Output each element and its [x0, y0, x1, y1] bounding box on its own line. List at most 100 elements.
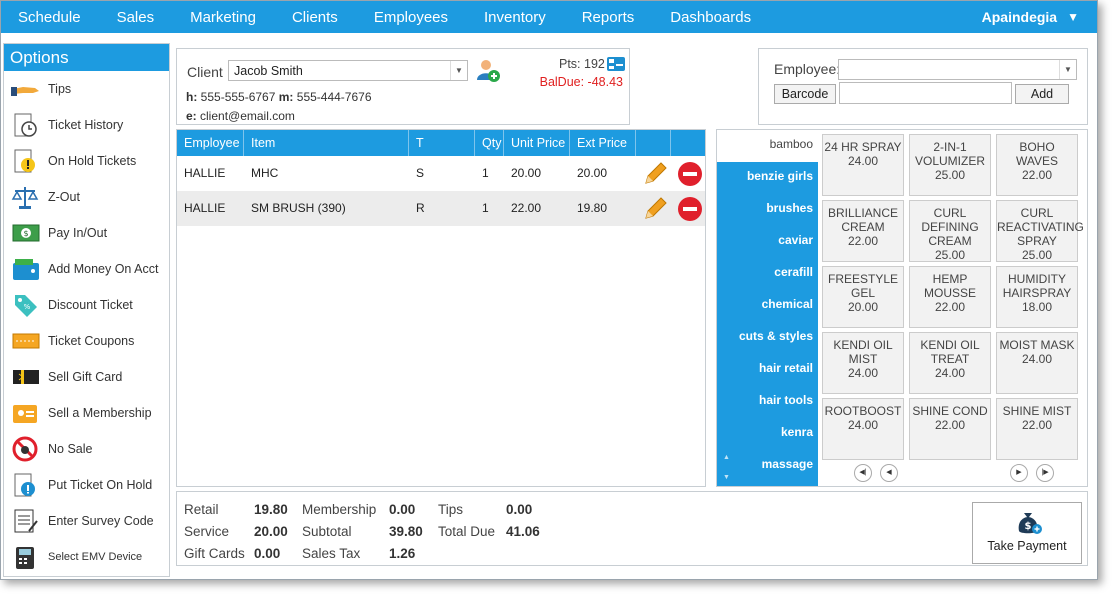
option-tips[interactable]: Tips	[4, 71, 169, 107]
client-select[interactable]: Jacob Smith ▼	[228, 60, 468, 81]
ticket-table: Employee Item T Qty Unit Price Ext Price…	[176, 129, 706, 487]
prev-page-icon[interactable]: ◀	[880, 464, 898, 482]
option-put-ticket-on-hold[interactable]: Put Ticket On Hold	[4, 467, 169, 503]
table-row[interactable]: HALLIE MHC S 1 20.00 20.00	[177, 156, 705, 191]
employee-select[interactable]: ▼	[838, 59, 1077, 80]
product-tile[interactable]: BOHO WAVES 22.00	[996, 134, 1078, 196]
option-label: On Hold Tickets	[48, 154, 137, 168]
user-menu[interactable]: Apaindegia ▼	[982, 1, 1079, 33]
dropdown-arrow-icon: ▼	[1059, 60, 1076, 79]
option-sell-membership[interactable]: Sell a Membership	[4, 395, 169, 431]
product-tile[interactable]: HEMP MOUSSE 22.00	[909, 266, 991, 328]
row-ext-price: 19.80	[577, 201, 608, 215]
tips-label: Tips	[438, 502, 464, 517]
loyalty-card-icon[interactable]	[607, 56, 625, 72]
nav-marketing[interactable]: Marketing	[172, 9, 274, 26]
product-tile[interactable]: SHINE MIST 22.00	[996, 398, 1078, 460]
nav-reports[interactable]: Reports	[564, 9, 653, 26]
nav-sales[interactable]: Sales	[99, 9, 173, 26]
category-hair-tools[interactable]: hair tools	[759, 393, 813, 407]
product-tile[interactable]: CURL DEFINING CREAM 25.00	[909, 200, 991, 262]
col-remove	[671, 130, 705, 156]
membership-label: Membership	[302, 502, 377, 517]
add-client-icon[interactable]	[475, 57, 501, 83]
employee-label: Employee:	[774, 61, 841, 77]
col-qty: Qty	[475, 130, 504, 156]
option-no-sale[interactable]: No Sale	[4, 431, 169, 467]
option-label: Ticket Coupons	[48, 334, 135, 348]
col-item: Item	[244, 130, 409, 156]
nav-employees[interactable]: Employees	[356, 9, 466, 26]
category-benzie-girls[interactable]: benzie girls	[747, 169, 813, 183]
category-bamboo[interactable]: bamboo	[770, 137, 813, 151]
option-enter-survey-code[interactable]: Enter Survey Code	[4, 503, 169, 539]
option-label: Select EMV Device	[48, 551, 143, 563]
survey-icon	[14, 509, 38, 533]
col-type: T	[409, 130, 475, 156]
first-page-icon[interactable]: ◀|	[854, 464, 872, 482]
row-qty: 1	[482, 166, 489, 180]
options-sidebar: Options Tips Ticket History On Hold Tick…	[3, 43, 170, 577]
row-ext-price: 20.00	[577, 166, 608, 180]
client-email: e: client@email.com	[186, 109, 295, 123]
scroll-up-icon[interactable]: ▲	[723, 454, 730, 461]
product-tile[interactable]: HUMIDITY HAIRSPRAY 18.00	[996, 266, 1078, 328]
emv-device-icon	[16, 547, 34, 569]
option-ticket-coupons[interactable]: Ticket Coupons	[4, 323, 169, 359]
product-tile[interactable]: KENDI OIL TREAT 24.00	[909, 332, 991, 394]
product-tile[interactable]: SHINE COND 22.00	[909, 398, 991, 460]
next-page-icon[interactable]: ▶	[1010, 464, 1028, 482]
product-tile[interactable]: KENDI OIL MIST 24.00	[822, 332, 904, 394]
category-hair-retail[interactable]: hair retail	[759, 361, 813, 375]
barcode-button[interactable]: Barcode	[774, 84, 836, 104]
barcode-input[interactable]	[839, 82, 1012, 104]
remove-icon[interactable]	[677, 196, 703, 222]
user-name: Apaindegia	[981, 9, 1058, 25]
col-ext-price: Ext Price	[570, 130, 636, 156]
pencil-icon[interactable]	[642, 196, 668, 222]
nav-schedule[interactable]: Schedule	[1, 9, 99, 26]
option-on-hold-tickets[interactable]: On Hold Tickets	[4, 143, 169, 179]
category-brushes[interactable]: brushes	[766, 201, 813, 215]
nav-inventory[interactable]: Inventory	[466, 9, 564, 26]
product-tile[interactable]: 2-IN-1 VOLUMIZER 25.00	[909, 134, 991, 196]
option-pay-in-out[interactable]: $ Pay In/Out	[4, 215, 169, 251]
product-tile[interactable]: BRILLIANCE CREAM 22.00	[822, 200, 904, 262]
nav-dashboards[interactable]: Dashboards	[652, 9, 769, 26]
add-button[interactable]: Add	[1015, 84, 1069, 104]
option-label: Ticket History	[48, 118, 124, 132]
money-bag-icon: $	[1018, 513, 1042, 534]
category-massage[interactable]: massage	[762, 457, 813, 471]
remove-icon[interactable]	[677, 161, 703, 187]
col-employee: Employee	[177, 130, 244, 156]
category-cuts-styles[interactable]: cuts & styles	[739, 329, 813, 343]
nav-clients[interactable]: Clients	[274, 9, 356, 26]
option-discount-ticket[interactable]: % Discount Ticket	[4, 287, 169, 323]
option-add-money-on-acct[interactable]: Add Money On Acct	[4, 251, 169, 287]
take-payment-button[interactable]: $ Take Payment	[972, 502, 1082, 564]
category-chemical[interactable]: chemical	[762, 297, 813, 311]
product-tile[interactable]: MOIST MASK 24.00	[996, 332, 1078, 394]
option-ticket-history[interactable]: Ticket History	[4, 107, 169, 143]
product-tile[interactable]: CURL REACTIVATING SPRAY 25.00	[996, 200, 1084, 262]
option-z-out[interactable]: Z-Out	[4, 179, 169, 215]
svg-text:%: %	[24, 303, 31, 311]
category-cerafill[interactable]: cerafill	[774, 265, 813, 279]
option-label: Z-Out	[48, 190, 80, 204]
gift-cards-value: 0.00	[254, 546, 281, 561]
table-row[interactable]: HALLIE SM BRUSH (390) R 1 22.00 19.80	[177, 191, 705, 226]
option-select-emv-device[interactable]: Select EMV Device	[4, 539, 169, 575]
product-tile[interactable]: FREESTYLE GEL 20.00	[822, 266, 904, 328]
sales-tax-value: 1.26	[389, 546, 416, 561]
option-sell-gift-card[interactable]: Sell Gift Card	[4, 359, 169, 395]
category-list: bamboo benzie girls brushes caviar ceraf…	[717, 130, 818, 486]
pencil-icon[interactable]	[642, 161, 668, 187]
scroll-down-icon[interactable]: ▼	[723, 474, 730, 481]
last-page-icon[interactable]: |▶	[1036, 464, 1054, 482]
row-employee: HALLIE	[184, 201, 226, 215]
product-tile[interactable]: ROOTBOOST 24.00	[822, 398, 904, 460]
product-tile[interactable]: 24 HR SPRAY 24.00	[822, 134, 904, 196]
scale-icon	[11, 187, 39, 209]
category-kenra[interactable]: kenra	[781, 425, 813, 439]
category-caviar[interactable]: caviar	[778, 233, 813, 247]
